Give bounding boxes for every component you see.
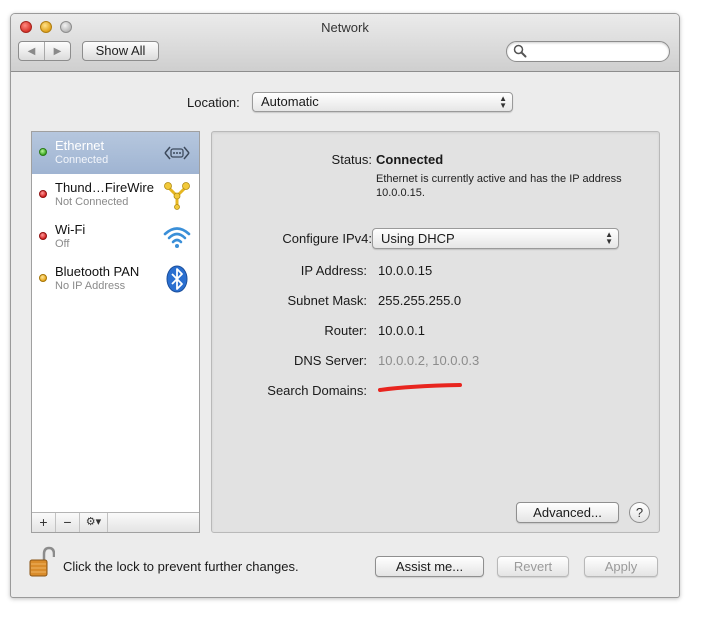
chevron-right-icon: ▶ <box>53 45 62 57</box>
status-dot-icon <box>39 232 47 240</box>
gear-menu-button[interactable]: ⚙▾ <box>80 513 108 532</box>
remove-service-button[interactable]: − <box>56 513 80 532</box>
service-name: Ethernet <box>55 138 105 153</box>
service-item-bluetooth-pan[interactable]: Bluetooth PAN No IP Address <box>32 258 199 300</box>
subnet-mask-label: Subnet Mask: <box>287 293 368 308</box>
revert-button[interactable]: Revert <box>497 556 569 577</box>
router-value: 10.0.0.1 <box>378 323 425 338</box>
back-button[interactable]: ◀ <box>19 42 44 60</box>
redaction-mark <box>378 383 462 392</box>
lock-open-icon[interactable] <box>29 546 55 578</box>
location-value: Automatic <box>261 94 319 109</box>
configure-ipv4-label: Configure IPv4: <box>282 231 372 246</box>
popup-arrows-icon: ▲ ▼ <box>499 94 507 110</box>
window-title: Network <box>321 20 369 35</box>
apply-button[interactable]: Apply <box>584 556 658 577</box>
service-status: No IP Address <box>55 280 126 292</box>
assist-me-button[interactable]: Assist me... <box>375 556 484 577</box>
gear-icon: ⚙▾ <box>85 516 102 528</box>
network-preferences-window: Network ◀ ▶ Show All Location: Automatic… <box>10 13 680 598</box>
service-status: Connected <box>55 154 109 166</box>
status-dot-icon <box>39 274 47 282</box>
bluetooth-icon <box>166 265 188 293</box>
add-service-button[interactable]: + <box>32 513 56 532</box>
service-name: Thund…FireWire <box>55 180 154 195</box>
service-name: Bluetooth PAN <box>55 264 140 279</box>
search-domains-label: Search Domains: <box>267 383 367 398</box>
help-button[interactable]: ? <box>629 502 650 523</box>
service-item-ethernet[interactable]: Ethernet Connected <box>32 132 199 174</box>
status-dot-icon <box>39 148 47 156</box>
service-list: Ethernet Connected Thund…FireWire Not Co… <box>31 131 200 533</box>
status-label: Status: <box>331 152 372 167</box>
search-icon <box>513 44 527 58</box>
show-all-button[interactable]: Show All <box>82 41 159 61</box>
service-name: Wi-Fi <box>55 222 86 237</box>
service-status: Not Connected <box>55 196 129 208</box>
title-bar: Network ◀ ▶ Show All <box>11 14 679 72</box>
router-label: Router: <box>324 323 367 338</box>
ethernet-icon <box>164 146 190 160</box>
lock-instruction-text: Click the lock to prevent further change… <box>63 559 299 574</box>
forward-button[interactable]: ▶ <box>44 42 70 60</box>
location-label: Location: <box>187 95 240 110</box>
dns-server-label: DNS Server: <box>294 353 367 368</box>
wifi-icon <box>163 227 191 248</box>
status-value: Connected <box>376 152 444 167</box>
thunderbolt-firewire-icon <box>164 182 190 210</box>
chevron-left-icon: ◀ <box>27 45 36 57</box>
service-item-thunderbolt-firewire[interactable]: Thund…FireWire Not Connected <box>32 174 199 216</box>
status-description: Ethernet is currently active and has the… <box>376 173 622 199</box>
ip-address-value: 10.0.0.15 <box>378 263 433 278</box>
configure-ipv4-value: Using DHCP <box>381 231 455 246</box>
service-status: Off <box>55 238 70 250</box>
dns-server-value: 10.0.0.2, 10.0.0.3 <box>378 353 480 368</box>
advanced-button[interactable]: Advanced... <box>516 502 619 523</box>
search-field[interactable] <box>506 41 670 62</box>
subnet-mask-value: 255.255.255.0 <box>378 293 462 308</box>
configure-ipv4-popup[interactable]: Using DHCP ▲ ▼ <box>372 228 619 249</box>
location-popup[interactable]: Automatic ▲ ▼ <box>252 92 513 112</box>
status-dot-icon <box>39 190 47 198</box>
popup-arrows-icon: ▲ ▼ <box>605 230 613 246</box>
service-item-wifi[interactable]: Wi-Fi Off <box>32 216 199 258</box>
service-list-controls: + − ⚙▾ <box>32 512 199 532</box>
back-forward-control: ◀ ▶ <box>18 41 71 61</box>
search-input[interactable] <box>531 43 665 61</box>
ip-address-label: IP Address: <box>300 263 367 278</box>
ethernet-detail-pane: Status: Connected Ethernet is currently … <box>211 131 660 533</box>
